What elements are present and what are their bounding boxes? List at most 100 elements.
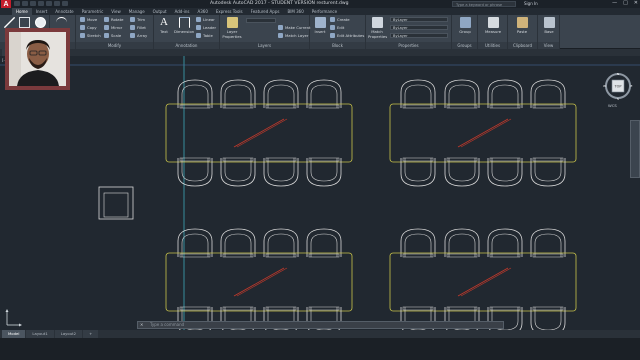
tab-performance[interactable]: Performance bbox=[308, 8, 341, 15]
linetype-combo[interactable]: ByLayer bbox=[390, 25, 448, 30]
set-4-top-chair-3-seat bbox=[489, 253, 521, 258]
wcs-menu[interactable]: WCS bbox=[608, 103, 617, 108]
title-bar: A Autodesk AutoCAD 2017 - STUDENT VERSIO… bbox=[0, 0, 640, 9]
edit-attributes-label: Edit Attributes bbox=[337, 33, 365, 38]
paste-button[interactable]: Paste bbox=[514, 17, 530, 41]
command-close-icon[interactable]: ✕ bbox=[140, 322, 143, 328]
tab-a360[interactable]: A360 bbox=[194, 8, 212, 15]
move-icon bbox=[80, 17, 85, 22]
ribbon: Line Polyline Circle Draw Arc Move Rotat… bbox=[0, 15, 640, 49]
set-4-top-chair-1-inner bbox=[404, 233, 432, 257]
set-4-bottom-chair-4-inner bbox=[534, 307, 562, 330]
tab-view[interactable]: View bbox=[107, 8, 125, 15]
set-3-top-chair-4-inner bbox=[310, 233, 338, 257]
minimize-button[interactable]: — bbox=[612, 0, 617, 6]
trim-tool[interactable]: Trim bbox=[130, 17, 145, 22]
set-4-bottom-chair-2-seat bbox=[446, 306, 478, 311]
match-layer-icon bbox=[278, 33, 283, 38]
search-input[interactable]: Type a keyword or phrase bbox=[452, 1, 516, 7]
sign-in-button[interactable]: Sign In bbox=[524, 1, 538, 6]
set-1-bottom-chair-2-inner bbox=[224, 158, 252, 182]
lineweight-combo[interactable]: ByLayer bbox=[390, 33, 448, 38]
groups-panel-title[interactable]: Groups bbox=[452, 42, 477, 49]
tab-model[interactable]: Model bbox=[2, 330, 26, 338]
group-button[interactable]: Group bbox=[457, 17, 473, 41]
command-line[interactable]: ✕ Type a command bbox=[137, 321, 504, 329]
tab-parametric[interactable]: Parametric bbox=[78, 8, 108, 15]
save-icon[interactable] bbox=[30, 1, 36, 6]
color-combo[interactable]: ByLayer bbox=[390, 17, 448, 22]
compass-south[interactable]: S bbox=[617, 97, 619, 101]
viewcube[interactable]: TOP N S E W bbox=[603, 71, 633, 101]
tab-layout2[interactable]: Layout2 bbox=[54, 330, 83, 338]
leader-tool[interactable]: Leader bbox=[196, 25, 216, 30]
match-layer-tool[interactable]: Match Layer bbox=[278, 33, 308, 38]
view-panel-title[interactable]: View bbox=[538, 42, 559, 49]
undo-icon[interactable] bbox=[54, 1, 60, 6]
new-icon[interactable] bbox=[14, 1, 20, 6]
array-tool[interactable]: Array bbox=[130, 33, 147, 38]
set-3-bottom-chair-3-seat bbox=[265, 306, 297, 311]
insert-button[interactable]: Insert bbox=[312, 17, 328, 41]
move-tool[interactable]: Move bbox=[80, 17, 97, 22]
tab-bim360[interactable]: BIM 360 bbox=[283, 8, 307, 15]
match-properties-button[interactable]: Match Properties bbox=[368, 17, 387, 41]
mirror-tool[interactable]: Mirror bbox=[104, 25, 122, 30]
saveas-icon[interactable] bbox=[38, 1, 44, 6]
rotate-tool[interactable]: Rotate bbox=[104, 17, 123, 22]
tab-layout1[interactable]: Layout1 bbox=[26, 330, 54, 338]
print-icon[interactable] bbox=[46, 1, 52, 6]
base-button[interactable]: Base bbox=[541, 17, 557, 41]
layers-panel-title[interactable]: Layers bbox=[220, 42, 309, 49]
create-block-tool[interactable]: Create bbox=[330, 17, 350, 22]
add-layout-button[interactable]: + bbox=[83, 330, 99, 338]
tab-home[interactable]: Home bbox=[12, 8, 32, 15]
compass-west[interactable]: W bbox=[603, 84, 606, 88]
tab-output[interactable]: Output bbox=[149, 8, 171, 15]
set-2-top-chair-1-seat bbox=[402, 104, 434, 109]
compass-east[interactable]: E bbox=[631, 84, 633, 88]
compass-north[interactable]: N bbox=[617, 72, 619, 76]
linear-tool[interactable]: Linear bbox=[196, 17, 215, 22]
annotation-panel-title[interactable]: Annotation bbox=[154, 42, 219, 49]
dimension-button[interactable]: Dimension bbox=[174, 17, 194, 41]
layer-properties-button[interactable]: Layer Properties bbox=[222, 17, 242, 41]
trim-icon bbox=[130, 17, 135, 22]
set-4-top-chair-1-seat bbox=[402, 253, 434, 258]
command-input[interactable]: Type a command bbox=[150, 322, 184, 327]
block-panel-title[interactable]: Block bbox=[310, 42, 365, 49]
navigation-bar[interactable] bbox=[630, 120, 640, 178]
tab-express-tools[interactable]: Express Tools bbox=[212, 8, 247, 15]
maximize-button[interactable]: □ bbox=[623, 0, 628, 6]
fillet-tool[interactable]: Fillet bbox=[130, 25, 146, 30]
tab-featured-apps[interactable]: Featured Apps bbox=[247, 8, 284, 15]
clipboard-panel-title[interactable]: Clipboard bbox=[508, 42, 537, 49]
stretch-tool[interactable]: Stretch bbox=[80, 33, 101, 38]
tab-insert[interactable]: Insert bbox=[32, 8, 51, 15]
measure-button[interactable]: Measure bbox=[485, 17, 501, 41]
tab-annotate[interactable]: Annotate bbox=[51, 8, 77, 15]
copy-tool[interactable]: Copy bbox=[80, 25, 97, 30]
edit-block-tool[interactable]: Edit bbox=[330, 25, 344, 30]
properties-panel-title[interactable]: Properties bbox=[366, 42, 451, 49]
text-icon: A bbox=[160, 16, 168, 28]
layer-combo[interactable] bbox=[246, 18, 276, 23]
drawing-canvas[interactable]: [-][Top][2D Wireframe] bbox=[0, 56, 640, 330]
redo-icon[interactable] bbox=[62, 1, 68, 6]
edit-attributes-tool[interactable]: Edit Attributes bbox=[330, 33, 364, 38]
open-icon[interactable] bbox=[22, 1, 28, 6]
utilities-panel-title[interactable]: Utilities bbox=[478, 42, 507, 49]
tab-addins[interactable]: Add-ins bbox=[171, 8, 194, 15]
ucs-icon bbox=[5, 309, 22, 327]
quick-access-toolbar bbox=[14, 1, 68, 7]
text-button[interactable]: A Text bbox=[156, 17, 172, 41]
set-2-top-chair-4-seat bbox=[532, 104, 564, 109]
close-button[interactable]: ✕ bbox=[634, 0, 638, 6]
tab-manage[interactable]: Manage bbox=[125, 8, 149, 15]
set-1-top-chair-4-seat bbox=[308, 104, 340, 109]
modify-panel-title[interactable]: Modify bbox=[76, 42, 153, 49]
modify-panel: Move Rotate Trim Copy Mirror Fillet Stre… bbox=[76, 15, 154, 49]
make-current-tool[interactable]: Make Current bbox=[278, 25, 310, 30]
scale-tool[interactable]: Scale bbox=[104, 33, 121, 38]
table-tool[interactable]: Table bbox=[196, 33, 213, 38]
